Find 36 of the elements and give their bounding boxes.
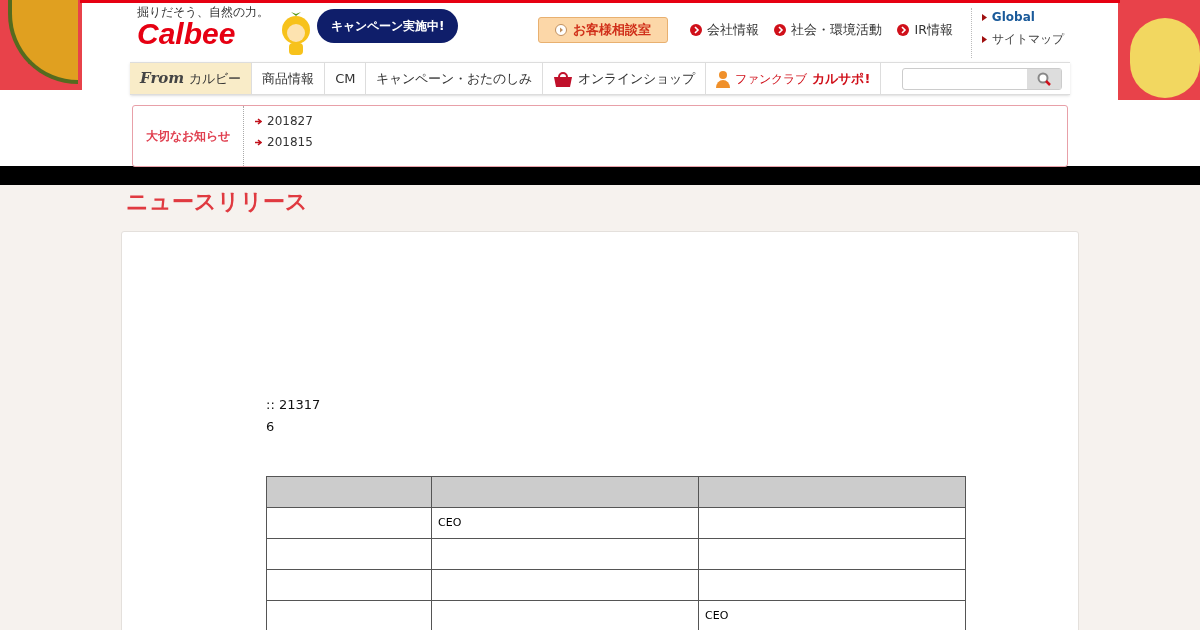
chevron-icon (897, 24, 910, 36)
header-link[interactable]: 会社情報 (690, 21, 760, 39)
mascot-icon (279, 12, 313, 58)
chevron-icon (774, 24, 787, 36)
search-field[interactable] (902, 67, 1062, 90)
arrow-icon (981, 13, 987, 21)
nav-tab[interactable]: CM (325, 63, 367, 94)
nav-tab[interactable]: From カルビー (130, 63, 253, 94)
notice-link[interactable]: 201827 (255, 112, 313, 130)
table-cell: CEO (431, 507, 699, 539)
consult-button[interactable]: お客様相談室 (538, 17, 669, 43)
side-link[interactable]: Global (981, 8, 1064, 26)
article-text: 6 (266, 418, 276, 436)
header-link[interactable]: 社会・環境活動 (774, 21, 883, 39)
tagline: 掘りだそう、自然の力。 (137, 6, 269, 19)
notice-link[interactable]: 201815 (255, 133, 313, 151)
search-icon (1037, 71, 1051, 86)
speech-bubble[interactable]: キャンペーン実施中! (317, 9, 459, 43)
play-icon (555, 24, 568, 36)
calbee-logo[interactable]: Calbee (137, 19, 269, 49)
nav-tab[interactable]: キャンペーン・おたのしみ (366, 63, 544, 94)
nav-tab[interactable]: 商品情報 (252, 63, 326, 94)
arrow-icon (255, 117, 262, 125)
search-button[interactable] (1027, 68, 1061, 89)
chevron-icon (690, 24, 703, 36)
header-link[interactable]: IR情報 (897, 21, 953, 39)
notice-title: 大切なお知らせ (133, 106, 244, 166)
arrow-icon (255, 138, 262, 146)
arrow-icon (981, 35, 987, 43)
nav-tab[interactable]: オンラインショップ (543, 63, 707, 94)
page-title: ニュースリリース (126, 189, 309, 215)
side-link[interactable]: サイトマップ (981, 30, 1064, 48)
person-icon (716, 69, 731, 88)
nav-tab[interactable]: ファンクラブ カルサポ! (706, 63, 882, 94)
article-text: :: 21317 (266, 396, 322, 414)
basket-icon (553, 69, 574, 88)
